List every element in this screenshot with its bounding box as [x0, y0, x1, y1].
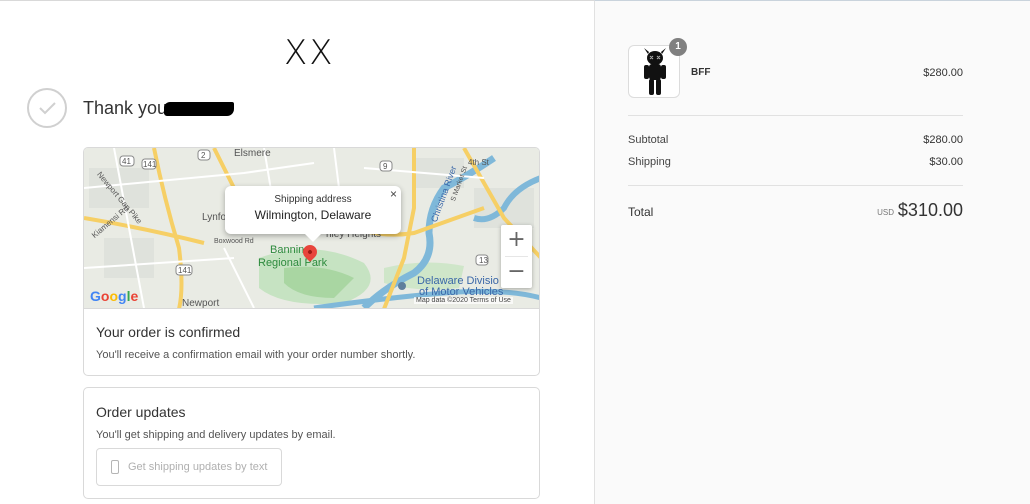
popup-city: Wilmington, Delaware: [254, 208, 372, 222]
total-divider: [628, 185, 963, 186]
route-9-label: 9: [383, 162, 388, 171]
google-logo-o2: o: [109, 288, 119, 304]
route-13-label: 13: [479, 256, 488, 265]
map-label-boxwood: Boxwood Rd: [214, 238, 254, 245]
map-label-regional-park: Regional Park: [258, 257, 328, 269]
order-updates-title: Order updates: [96, 404, 186, 420]
phone-icon: [111, 460, 119, 474]
route-141-label: 141: [143, 160, 157, 169]
shipping-label: Shipping: [628, 156, 671, 168]
google-logo-e: e: [130, 288, 139, 304]
shipping-address-popup: Shipping address Wilmington, Delaware ×: [225, 186, 401, 242]
shipping-map[interactable]: 41 141 2 141 13 9 Elsmere Lynfo Boxwood …: [84, 148, 539, 309]
google-logo[interactable]: Google: [90, 288, 138, 304]
map-label-newport: Newport: [182, 298, 220, 309]
route-2-label: 2: [201, 151, 206, 160]
store-logo[interactable]: XX: [284, 36, 340, 70]
product-price: $280.00: [923, 67, 963, 79]
currency-code: USD: [877, 208, 894, 217]
shipping-updates-text-button[interactable]: Get shipping updates by text: [96, 448, 282, 486]
order-confirmed-text: You'll receive a confirmation email with…: [96, 349, 416, 361]
zoom-out-button[interactable]: −: [501, 257, 532, 288]
order-confirmed-card: 41 141 2 141 13 9 Elsmere Lynfo Boxwood …: [83, 147, 540, 376]
thank-you-heading: Thank you: [83, 98, 168, 118]
checkmark-circle-icon: [27, 88, 67, 128]
shipping-updates-text-label: Get shipping updates by text: [128, 461, 268, 473]
shipping-value: $30.00: [929, 156, 963, 168]
order-updates-card: Order updates You'll get shipping and de…: [83, 387, 540, 499]
popup-title: Shipping address: [274, 194, 352, 205]
summary-divider: [628, 115, 963, 116]
total-label: Total: [628, 205, 654, 219]
total-value: $310.00: [897, 200, 963, 220]
checkmark-icon: [39, 102, 56, 115]
subtotal-label: Subtotal: [628, 134, 669, 146]
subtotal-value: $280.00: [923, 134, 963, 146]
order-summary-sidebar: 1 BFF $280.00 Subtotal $280.00 Shipping …: [594, 0, 1030, 504]
redacted-name: [164, 102, 234, 116]
map-attribution[interactable]: Map data ©2020 Terms of Use: [414, 297, 513, 304]
main-content: XX Thank you 41 141 2 141 13 9 Elsmere L…: [0, 0, 594, 504]
google-logo-g2: g: [118, 288, 127, 304]
popup-close-icon[interactable]: ×: [390, 187, 397, 201]
route-41-label: 41: [122, 157, 131, 166]
map-label-elsmere: Elsmere: [234, 148, 271, 159]
route-141-south-label: 141: [178, 266, 192, 275]
quantity-badge: 1: [669, 38, 687, 56]
map-label-lynfo: Lynfo: [202, 212, 227, 223]
order-confirmed-title: Your order is confirmed: [96, 324, 241, 340]
map-label-4th-st: 4th St: [468, 158, 489, 167]
zoom-controls: + −: [501, 225, 532, 288]
product-name: BFF: [691, 67, 711, 78]
zoom-in-button[interactable]: +: [501, 225, 532, 256]
order-updates-text: You'll get shipping and delivery updates…: [96, 429, 336, 441]
google-logo-g: G: [90, 288, 101, 304]
